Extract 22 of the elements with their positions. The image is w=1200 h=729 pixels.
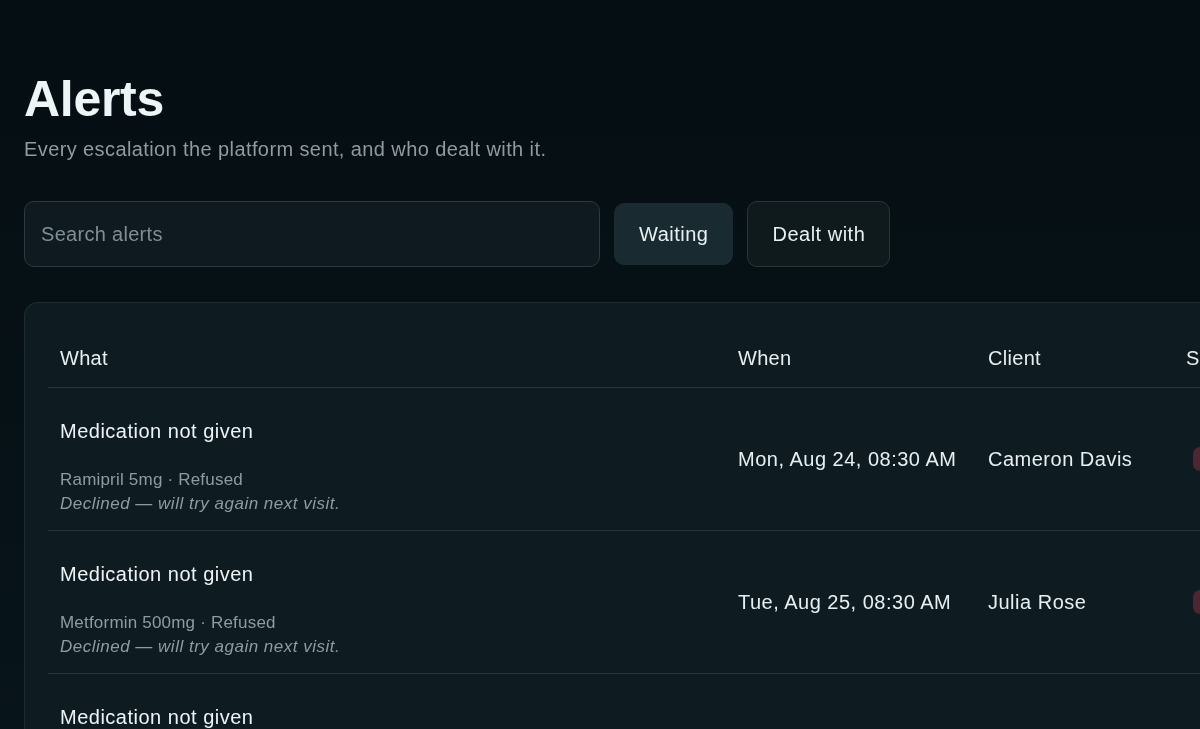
alert-time: Tue, Aug 25, 08:30 AM [738, 590, 952, 614]
column-header: Client [976, 303, 1174, 388]
filter-button[interactable]: Waiting [614, 203, 734, 265]
client-name: Cameron Davis [988, 447, 1133, 471]
client-name: Julia Rose [988, 590, 1087, 614]
filter-button[interactable]: Dealt with [747, 201, 891, 267]
search-field[interactable]: Search alerts [24, 201, 600, 267]
status-marker-icon [1193, 447, 1200, 471]
column-header: What [48, 303, 726, 388]
column-header: S [1174, 303, 1200, 388]
alert-detail: Ramipril 5mg · Refused [60, 469, 243, 491]
alert-title: Medication not given [60, 419, 254, 443]
alert-note: Declined — will try again next visit. [60, 493, 341, 515]
alert-title: Medication not given [60, 705, 254, 729]
alert-note: Declined — will try again next visit. [60, 636, 341, 658]
alert-title: Medication not given [60, 562, 254, 586]
page-title: Alerts [24, 70, 164, 129]
alert-time: Mon, Aug 24, 08:30 AM [738, 447, 957, 471]
status-marker-icon [1193, 590, 1200, 614]
page-subtitle: Every escalation the platform sent, and who dealt with it. [24, 137, 547, 161]
alert-detail: Metformin 500mg · Refused [60, 612, 276, 634]
column-header: When [726, 303, 976, 388]
